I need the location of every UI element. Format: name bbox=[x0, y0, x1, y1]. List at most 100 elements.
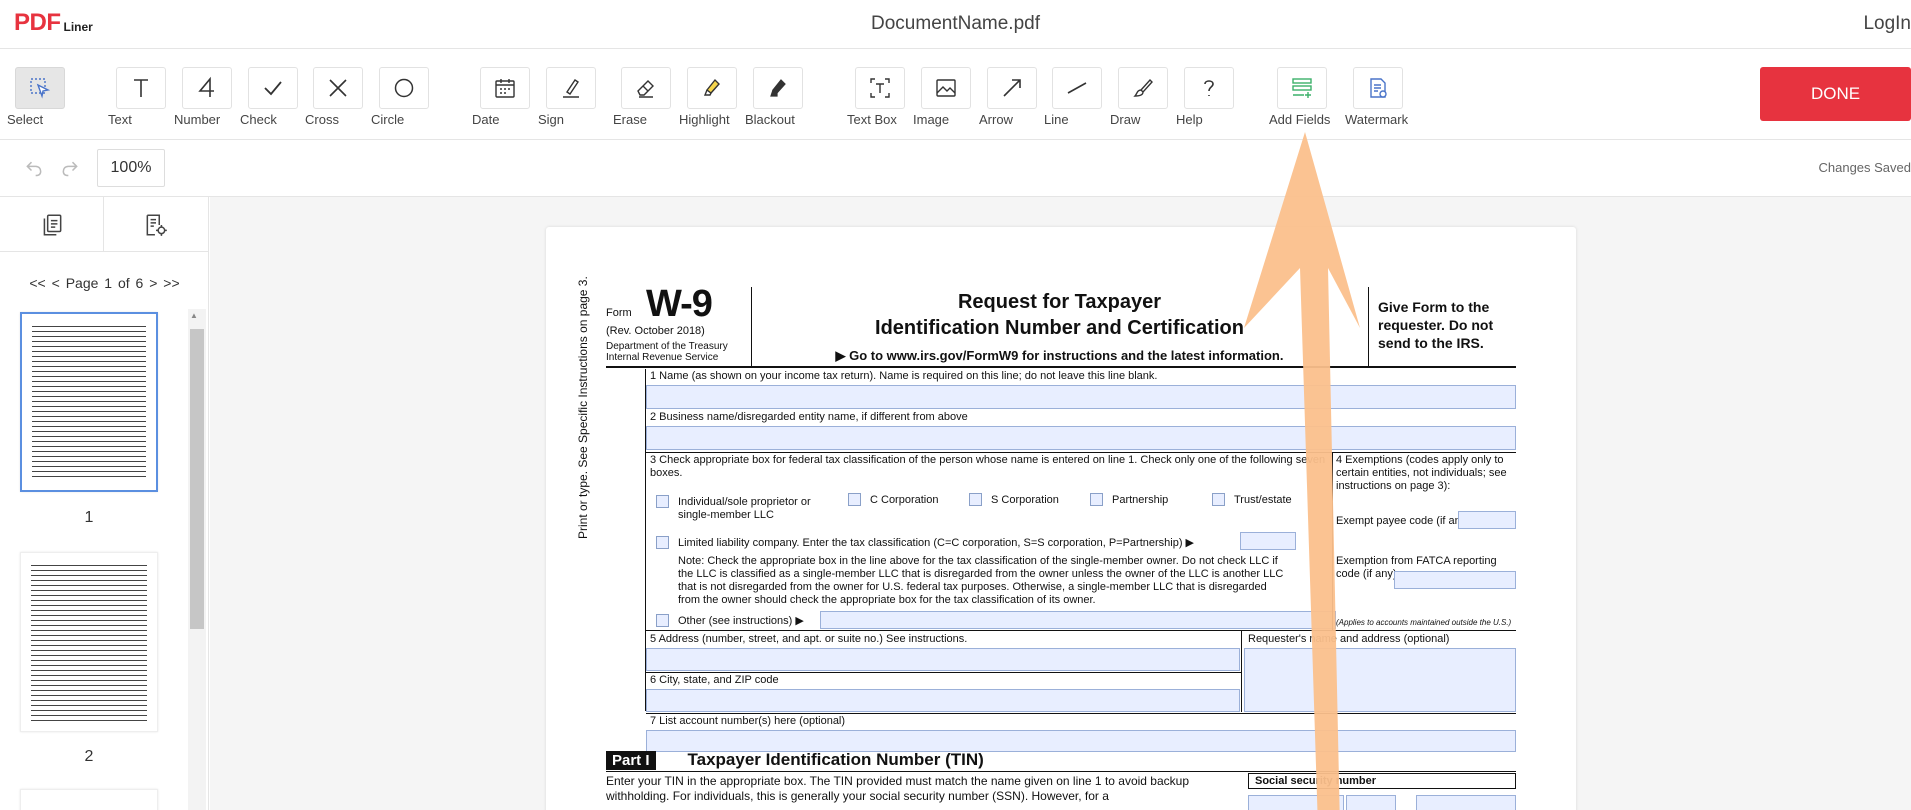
c-corp-label: C Corporation bbox=[870, 494, 939, 506]
tool-highlight[interactable]: Highlight bbox=[679, 67, 745, 126]
business-name-field[interactable] bbox=[646, 426, 1516, 450]
done-button[interactable]: DONE bbox=[1760, 67, 1911, 121]
tool-image[interactable]: Image bbox=[913, 67, 979, 126]
other-label: Other (see instructions) ▶ bbox=[678, 615, 804, 627]
part-one-header: Part I Taxpayer Identification Number (T… bbox=[606, 750, 984, 770]
watermark-icon bbox=[1370, 78, 1387, 98]
ssn-field-2[interactable] bbox=[1346, 795, 1396, 810]
page-sidebar: << < Page 1 of 6 > >> 1 2 ▲ bbox=[0, 197, 209, 810]
sub-bar: 100% Changes Saved bbox=[0, 140, 1911, 197]
part-tag: Part I bbox=[606, 750, 656, 770]
give-form-note: Give Form to the requester. Do not send … bbox=[1378, 299, 1494, 351]
exemptions-label: 4 Exemptions (codes apply only to certai… bbox=[1336, 454, 1507, 492]
tool-circle[interactable]: Circle bbox=[371, 67, 437, 126]
pen-sign-icon bbox=[563, 79, 579, 98]
individual-checkbox[interactable] bbox=[656, 495, 669, 508]
blackout-marker-icon bbox=[770, 79, 786, 97]
trust-checkbox[interactable] bbox=[1212, 493, 1225, 506]
tool-check[interactable]: Check bbox=[240, 67, 306, 126]
partnership-checkbox[interactable] bbox=[1090, 493, 1103, 506]
llc-classification-field[interactable] bbox=[1240, 532, 1296, 550]
text-box-icon bbox=[870, 78, 890, 98]
tab-pages[interactable] bbox=[0, 197, 104, 252]
city-state-zip-field[interactable] bbox=[646, 689, 1240, 712]
eraser-icon bbox=[637, 80, 654, 98]
tool-erase[interactable]: Erase bbox=[613, 67, 679, 126]
circle-icon bbox=[394, 78, 414, 98]
form-word: Form bbox=[606, 307, 632, 319]
text-t-icon bbox=[134, 79, 148, 97]
tool-sign[interactable]: Sign bbox=[538, 67, 604, 126]
undo-button[interactable] bbox=[20, 154, 48, 182]
tool-cross[interactable]: Cross bbox=[305, 67, 371, 126]
requester-label: Requester's name and address (optional) bbox=[1248, 633, 1450, 645]
name-field[interactable] bbox=[646, 385, 1516, 409]
brush-draw-icon bbox=[1133, 78, 1153, 97]
login-link[interactable]: LogIn bbox=[1863, 13, 1911, 35]
tool-select[interactable]: Select bbox=[7, 67, 73, 126]
part-title: Taxpayer Identification Number (TIN) bbox=[687, 750, 984, 769]
app-root: PDF Liner DocumentName.pdf LogIn Select … bbox=[0, 0, 1911, 810]
scroll-up-icon[interactable]: ▲ bbox=[190, 311, 198, 320]
vertical-label-column: Print or type. See Specific Instructions… bbox=[576, 276, 646, 711]
sidebar-scroll-thumb[interactable] bbox=[190, 329, 204, 629]
page-thumbnail-3[interactable] bbox=[20, 789, 158, 810]
pages-icon bbox=[43, 213, 61, 236]
s-corp-label: S Corporation bbox=[991, 494, 1059, 506]
page-thumbnail-2[interactable] bbox=[20, 552, 158, 732]
tool-number[interactable]: Number bbox=[174, 67, 240, 126]
tab-page-settings[interactable] bbox=[104, 197, 208, 252]
page-thumbnail-1[interactable] bbox=[20, 312, 158, 492]
account-numbers-field[interactable] bbox=[646, 730, 1516, 752]
fatca-applies-note: (Applies to accounts maintained outside … bbox=[1336, 618, 1512, 627]
tool-blackout[interactable]: Blackout bbox=[745, 67, 811, 126]
tool-text[interactable]: Text bbox=[108, 67, 174, 126]
number-4-icon bbox=[198, 76, 214, 97]
line3-label: 3 Check appropriate box for federal tax … bbox=[650, 454, 1326, 479]
ssn-field-3[interactable] bbox=[1416, 795, 1516, 810]
checkmark-icon bbox=[264, 81, 282, 96]
llc-checkbox[interactable] bbox=[656, 536, 669, 549]
undo-icon bbox=[26, 161, 42, 177]
sidebar-tabs bbox=[0, 197, 209, 252]
c-corp-checkbox[interactable] bbox=[848, 493, 861, 506]
llc-label: Limited liability company. Enter the tax… bbox=[678, 537, 1195, 549]
redo-button[interactable] bbox=[56, 154, 84, 182]
form-revision: (Rev. October 2018) bbox=[606, 325, 705, 337]
form-title: Request for Taxpayer Identification Numb… bbox=[875, 291, 1244, 339]
pager-last[interactable]: >> bbox=[163, 275, 179, 291]
redo-icon bbox=[62, 161, 78, 177]
tool-arrow[interactable]: Arrow bbox=[979, 67, 1045, 126]
pager-first[interactable]: << bbox=[29, 275, 45, 291]
requester-field[interactable] bbox=[1244, 648, 1516, 712]
tool-draw[interactable]: Draw bbox=[1110, 67, 1176, 126]
exempt-payee-field[interactable] bbox=[1458, 511, 1516, 529]
tool-date[interactable]: Date bbox=[472, 67, 538, 126]
other-field[interactable] bbox=[820, 611, 1336, 629]
goto-instructions: ▶ Go to www.irs.gov/FormW9 for instructi… bbox=[835, 348, 1284, 363]
tool-text-box[interactable]: Text Box bbox=[847, 67, 913, 126]
top-bar: PDF Liner DocumentName.pdf LogIn bbox=[0, 0, 1911, 49]
exempt-payee-label: Exempt payee code (if any) bbox=[1336, 515, 1470, 527]
tool-add-fields[interactable]: Add Fields bbox=[1269, 67, 1335, 126]
print-or-type-label: Print or type. See Specific Instructions… bbox=[576, 276, 590, 539]
s-corp-checkbox[interactable] bbox=[969, 493, 982, 506]
cross-x-icon bbox=[329, 79, 347, 97]
line1-label: 1 Name (as shown on your income tax retu… bbox=[650, 370, 1158, 382]
highlighter-icon bbox=[703, 78, 720, 96]
tool-watermark[interactable]: Watermark bbox=[1345, 67, 1411, 126]
address-field[interactable] bbox=[646, 648, 1240, 671]
individual-label: Individual/sole proprietor or single-mem… bbox=[678, 496, 811, 521]
ssn-field-1[interactable] bbox=[1248, 795, 1344, 810]
page-pager: << < Page 1 of 6 > >> bbox=[0, 275, 209, 291]
other-checkbox[interactable] bbox=[656, 614, 669, 627]
pager-current[interactable]: < Page 1 of 6 > bbox=[52, 275, 158, 291]
select-cursor-icon bbox=[30, 78, 51, 99]
tool-help[interactable]: Help bbox=[1176, 67, 1242, 126]
form-department: Department of the Treasury Internal Reve… bbox=[606, 341, 728, 363]
tool-line[interactable]: Line bbox=[1044, 67, 1110, 126]
fatca-code-field[interactable] bbox=[1394, 571, 1516, 589]
note-text: Note: Check the appropriate box in the l… bbox=[678, 555, 1284, 606]
page-settings-icon bbox=[146, 213, 167, 236]
zoom-level[interactable]: 100% bbox=[97, 149, 165, 187]
